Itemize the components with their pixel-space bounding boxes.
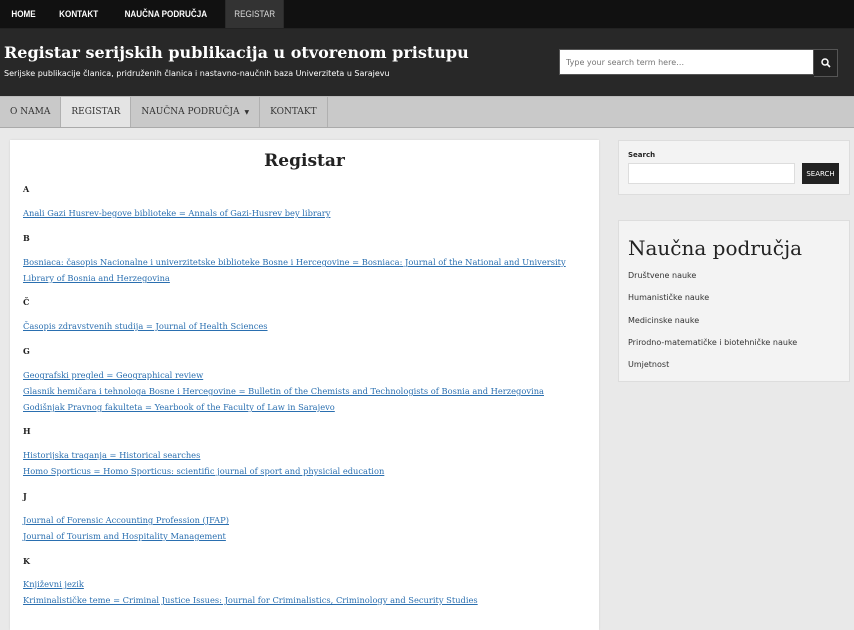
area-link[interactable]: Humanističke nauke xyxy=(628,293,709,302)
section-letter: G xyxy=(23,346,30,356)
header-search-input[interactable] xyxy=(559,49,814,75)
nav-naucna-podrucja[interactable]: NAUČNA PODRUČJA ▼ xyxy=(131,97,261,127)
main-content: Registar A Anali Gazi Husrev-begove bibl… xyxy=(10,140,599,630)
registry-link[interactable]: Glasnik hemičara i tehnologa Bosne i Her… xyxy=(23,383,593,399)
topnav-registar[interactable]: REGISTAR xyxy=(225,0,285,28)
registry-link[interactable]: Journal of Forensic Accounting Professio… xyxy=(23,512,593,528)
registry-link[interactable]: Godišnjak Pravnog fakulteta = Yearbook o… xyxy=(23,399,593,415)
page-title: Registar xyxy=(264,151,345,171)
nav-kontakt[interactable]: KONTAKT xyxy=(260,97,328,127)
nav-o-nama[interactable]: O NAMA xyxy=(0,97,62,127)
registry-link[interactable]: Journal of Tourism and Hospitality Manag… xyxy=(23,528,593,544)
sidebar-search-widget: Search SEARCH xyxy=(618,140,850,195)
nav-naucna-label: NAUČNA PODRUČJA xyxy=(141,107,240,117)
registry-link[interactable]: Homo Sporticus = Homo Sporticus: scienti… xyxy=(23,463,593,479)
section-letter: H xyxy=(23,426,31,436)
topnav-kontakt[interactable]: KONTAKT xyxy=(50,0,107,28)
section-letter: B xyxy=(23,233,30,243)
area-link[interactable]: Umjetnost xyxy=(628,360,669,369)
section-letter: Č xyxy=(23,297,30,307)
section-letter: J xyxy=(23,491,27,501)
header-search-button[interactable] xyxy=(814,49,838,77)
nav-registar[interactable]: REGISTAR xyxy=(61,97,132,127)
registry-link[interactable]: Književni jezik xyxy=(23,576,593,592)
registry-link[interactable]: Kriminalističke teme = Criminal Justice … xyxy=(23,592,593,608)
top-bar: HOME KONTAKT NAUČNA PODRUČJA REGISTAR xyxy=(0,0,854,28)
topnav-naucna-podrucja[interactable]: NAUČNA PODRUČJA xyxy=(116,0,217,28)
registry-link[interactable]: Časopis zdravstvenih studija = Journal o… xyxy=(23,318,593,334)
section-letter: K xyxy=(23,556,30,566)
registry-link[interactable]: Bosniaca: časopis Nacionalne i univerzit… xyxy=(23,254,593,286)
sidebar-search-label: Search xyxy=(628,151,656,159)
sidebar-search-button[interactable]: SEARCH xyxy=(802,163,839,184)
site-header: Registar serijskih publikacija u otvoren… xyxy=(0,28,854,96)
registry-link[interactable]: Anali Gazi Husrev-begove biblioteke = An… xyxy=(23,205,593,221)
area-link[interactable]: Medicinske nauke xyxy=(628,316,699,325)
area-link[interactable]: Društvene nauke xyxy=(628,271,696,280)
main-nav: O NAMA REGISTAR NAUČNA PODRUČJA ▼ KONTAKT xyxy=(0,96,854,128)
registry-link[interactable]: Geografski pregled = Geographical review xyxy=(23,367,593,383)
widget-title: Naučna područja xyxy=(628,236,803,260)
search-icon xyxy=(820,58,831,68)
header-search xyxy=(559,49,838,77)
section-letter: A xyxy=(23,184,30,194)
site-description: Serijske publikacije članica, pridruženi… xyxy=(4,69,390,78)
site-title[interactable]: Registar serijskih publikacija u otvoren… xyxy=(4,43,469,62)
area-link[interactable]: Prirodno-matematičke i biotehničke nauke xyxy=(628,338,797,347)
naucna-podrucja-widget: Naučna područja Društvene nauke Humanist… xyxy=(618,220,850,382)
caret-down-icon: ▼ xyxy=(244,108,250,116)
topnav-home[interactable]: HOME xyxy=(2,0,44,28)
sidebar-search-input[interactable] xyxy=(628,163,795,184)
registry-link[interactable]: Historijska traganja = Historical search… xyxy=(23,447,593,463)
